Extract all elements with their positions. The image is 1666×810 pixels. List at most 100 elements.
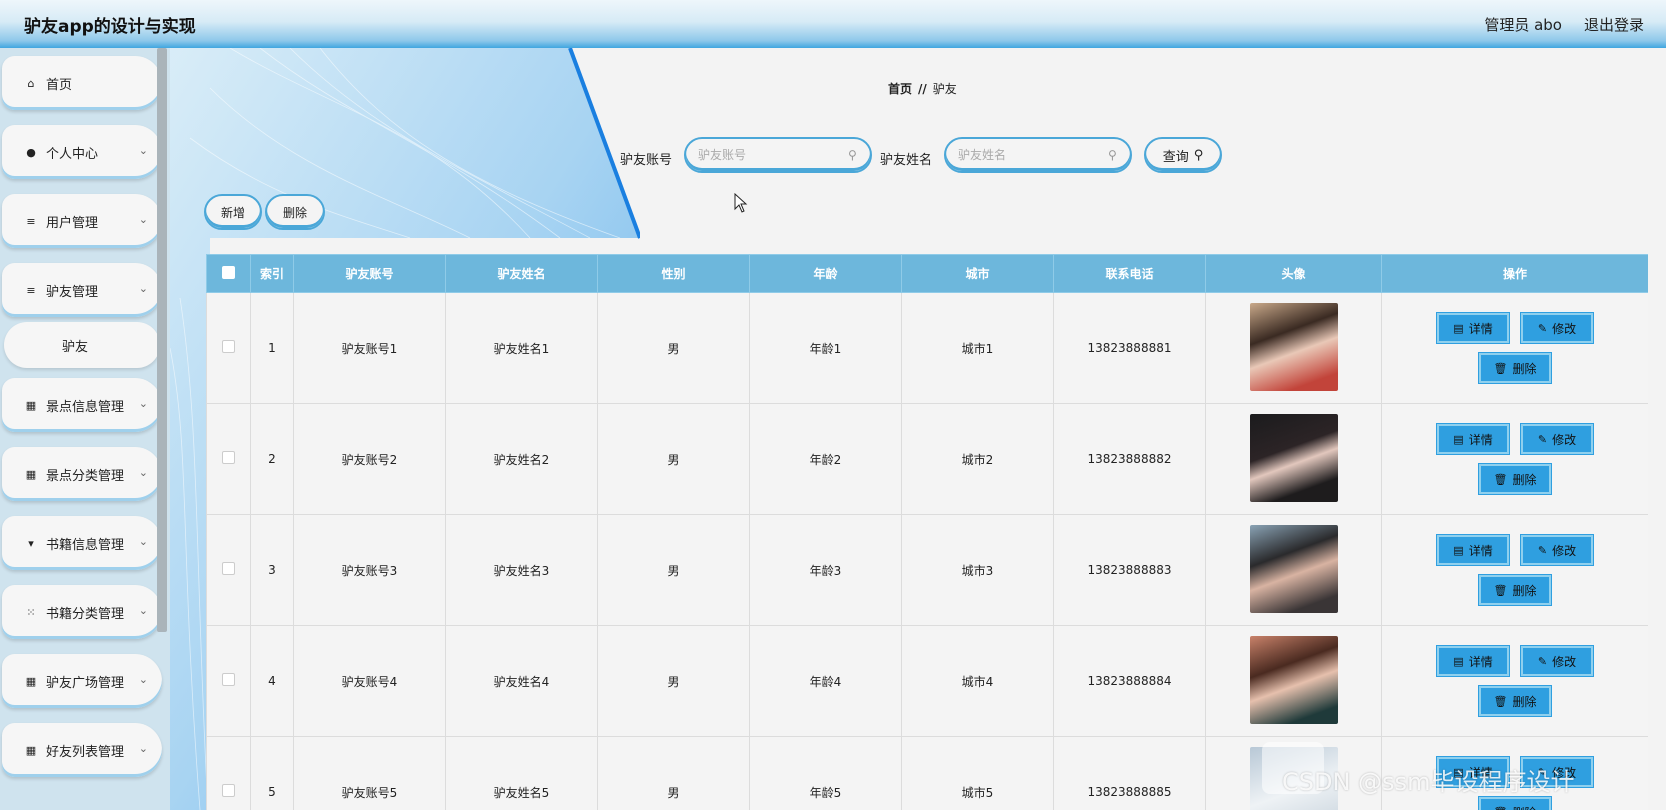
avatar (1249, 413, 1338, 502)
edit-label: 修改 (1552, 654, 1577, 669)
sidebar-subitem-friend[interactable]: 驴友 (4, 322, 160, 368)
document-icon: ▤ (1453, 654, 1464, 668)
row-select-cell (206, 736, 251, 810)
cell-city: 城市1 (901, 292, 1054, 404)
sidebar-item-label: 驴友 (62, 339, 89, 355)
table-header-row: 索引 驴友账号 驴友姓名 性别 年龄 城市 联系电话 头像 操作 (206, 254, 1648, 293)
detail-label: 详情 (1468, 543, 1493, 558)
column-header: 性别 (597, 254, 750, 293)
sidebar-item-label: 书籍信息管理 (46, 537, 125, 553)
sidebar-item-scenic-info[interactable]: ▦ 景点信息管理 ⌄ (2, 378, 162, 432)
cell-index: 5 (250, 736, 294, 810)
admin-user-label[interactable]: 管理员 abo (1484, 14, 1562, 35)
breadcrumb-home[interactable]: 首页 (888, 82, 912, 96)
home-icon: ⌂ (27, 76, 35, 90)
sidebar-item-scenic-category[interactable]: ▦ 景点分类管理 ⌄ (2, 447, 162, 501)
sidebar-item-user-management[interactable]: ≡ 用户管理 ⌄ (2, 194, 162, 248)
row-checkbox[interactable] (222, 562, 235, 575)
edit-button[interactable]: ✎ 修改 (1521, 313, 1593, 343)
row-checkbox[interactable] (222, 673, 235, 686)
edit-label: 修改 (1552, 543, 1577, 558)
trash-icon: 🗑 (1493, 583, 1508, 597)
sidebar-item-friend-management[interactable]: ≡ 驴友管理 ⌄ (2, 263, 162, 317)
account-search-box[interactable]: ⚲ (684, 137, 872, 173)
sidebar-item-label: 驴友管理 (46, 284, 99, 300)
monitor-icon: ▾ (28, 536, 34, 550)
sidebar-item-book-category[interactable]: ⁙ 书籍分类管理 ⌄ (2, 585, 162, 639)
column-header: 操作 (1381, 254, 1648, 293)
batch-delete-button[interactable]: 删除 (265, 194, 325, 230)
grid-icon: ▦ (25, 743, 37, 757)
add-button[interactable]: 新增 (204, 194, 262, 230)
breadcrumb: 首页 // 驴友 (888, 80, 957, 97)
chevron-down-icon: ⌄ (138, 604, 148, 617)
row-checkbox[interactable] (222, 784, 235, 797)
cell-gender: 男 (597, 514, 750, 626)
edit-label: 修改 (1552, 432, 1577, 447)
cell-gender: 男 (597, 736, 750, 810)
sidebar-item-book-info[interactable]: ▾ 书籍信息管理 ⌄ (2, 516, 162, 570)
detail-label: 详情 (1468, 654, 1493, 669)
select-all-checkbox[interactable] (222, 265, 235, 279)
sidebar-item-home[interactable]: ⌂ 首页 (2, 56, 162, 110)
delete-button[interactable]: 🗑 删除 (1479, 575, 1551, 605)
delete-button[interactable]: 🗑 删除 (1479, 464, 1551, 494)
column-header: 城市 (901, 254, 1054, 293)
cell-avatar (1205, 403, 1382, 515)
row-select-cell (206, 403, 251, 515)
grid-icon: ▦ (25, 674, 37, 688)
delete-button[interactable]: 🗑 删除 (1479, 686, 1551, 716)
detail-button[interactable]: ▤ 详情 (1437, 646, 1509, 676)
name-search-box[interactable]: ⚲ (944, 137, 1132, 173)
avatar (1249, 524, 1338, 613)
cell-avatar (1205, 514, 1382, 626)
sidebar-item-personal-center[interactable]: ● 个人中心 ⌄ (2, 125, 162, 179)
logout-link[interactable]: 退出登录 (1584, 14, 1644, 35)
sidebar-item-label: 驴友广场管理 (46, 675, 125, 691)
cell-city: 城市5 (901, 736, 1054, 810)
edit-button[interactable]: ✎ 修改 (1521, 424, 1593, 454)
detail-button[interactable]: ▤ 详情 (1437, 535, 1509, 565)
sidebar-item-friend-list[interactable]: ▦ 好友列表管理 ⌄ (2, 723, 162, 777)
cell-avatar (1205, 292, 1382, 404)
document-icon: ▤ (1453, 543, 1464, 557)
friends-table: 索引 驴友账号 驴友姓名 性别 年龄 城市 联系电话 头像 操作 1 驴友账号1… (206, 254, 1648, 810)
table-row: 3 驴友账号3 驴友姓名3 男 年龄3 城市3 13823888883 ▤ 详情 ✎… (206, 514, 1648, 626)
delete-label: 删除 (1512, 804, 1536, 810)
table-row: 2 驴友账号2 驴友姓名2 男 年龄2 城市2 13823888882 ▤ 详情 ✎… (206, 403, 1648, 515)
chevron-down-icon: ⌄ (138, 144, 148, 157)
cell-city: 城市3 (901, 514, 1054, 626)
mouse-cursor-icon (734, 193, 748, 213)
cell-age: 年龄5 (749, 736, 902, 810)
edit-button[interactable]: ✎ 修改 (1521, 646, 1593, 676)
name-search-input[interactable] (958, 148, 1108, 162)
cell-account: 驴友账号5 (293, 736, 446, 810)
sidebar-item-friend-square[interactable]: ▦ 驴友广场管理 ⌄ (2, 654, 162, 708)
cell-phone: 13823888884 (1053, 625, 1206, 737)
cell-account: 驴友账号3 (293, 514, 446, 626)
cell-name: 驴友姓名4 (445, 625, 598, 737)
trash-icon: 🗑 (1494, 806, 1508, 810)
account-search-input[interactable] (698, 148, 848, 162)
cell-account: 驴友账号1 (293, 292, 446, 404)
delete-label: 删除 (1512, 583, 1537, 598)
sidebar-item-label: 个人中心 (46, 146, 99, 162)
sidebar-scrollbar[interactable] (157, 48, 167, 632)
row-checkbox[interactable] (222, 451, 235, 464)
query-button[interactable]: 查询 ⚲ (1144, 137, 1222, 173)
sidebar: ⌂ 首页 ● 个人中心 ⌄ ≡ 用户管理 ⌄ ≡ 驴友管理 ⌄ 驴友 ▦ 景点信… (0, 48, 170, 810)
delete-button[interactable]: 🗑 删除 (1479, 797, 1551, 810)
detail-button[interactable]: ▤ 详情 (1437, 313, 1509, 343)
row-checkbox[interactable] (222, 340, 235, 353)
detail-button[interactable]: ▤ 详情 (1437, 424, 1509, 454)
delete-button[interactable]: 🗑 删除 (1479, 353, 1551, 383)
query-button-label: 查询 (1162, 149, 1189, 165)
cell-gender: 男 (597, 625, 750, 737)
edit-button[interactable]: ✎ 修改 (1521, 535, 1593, 565)
cell-phone: 13823888882 (1053, 403, 1206, 515)
column-header: 联系电话 (1053, 254, 1206, 293)
delete-label: 删除 (1512, 361, 1537, 376)
sidebar-item-label: 用户管理 (46, 215, 99, 231)
edit-icon: ✎ (1537, 654, 1548, 668)
grid-icon: ▦ (25, 398, 37, 412)
